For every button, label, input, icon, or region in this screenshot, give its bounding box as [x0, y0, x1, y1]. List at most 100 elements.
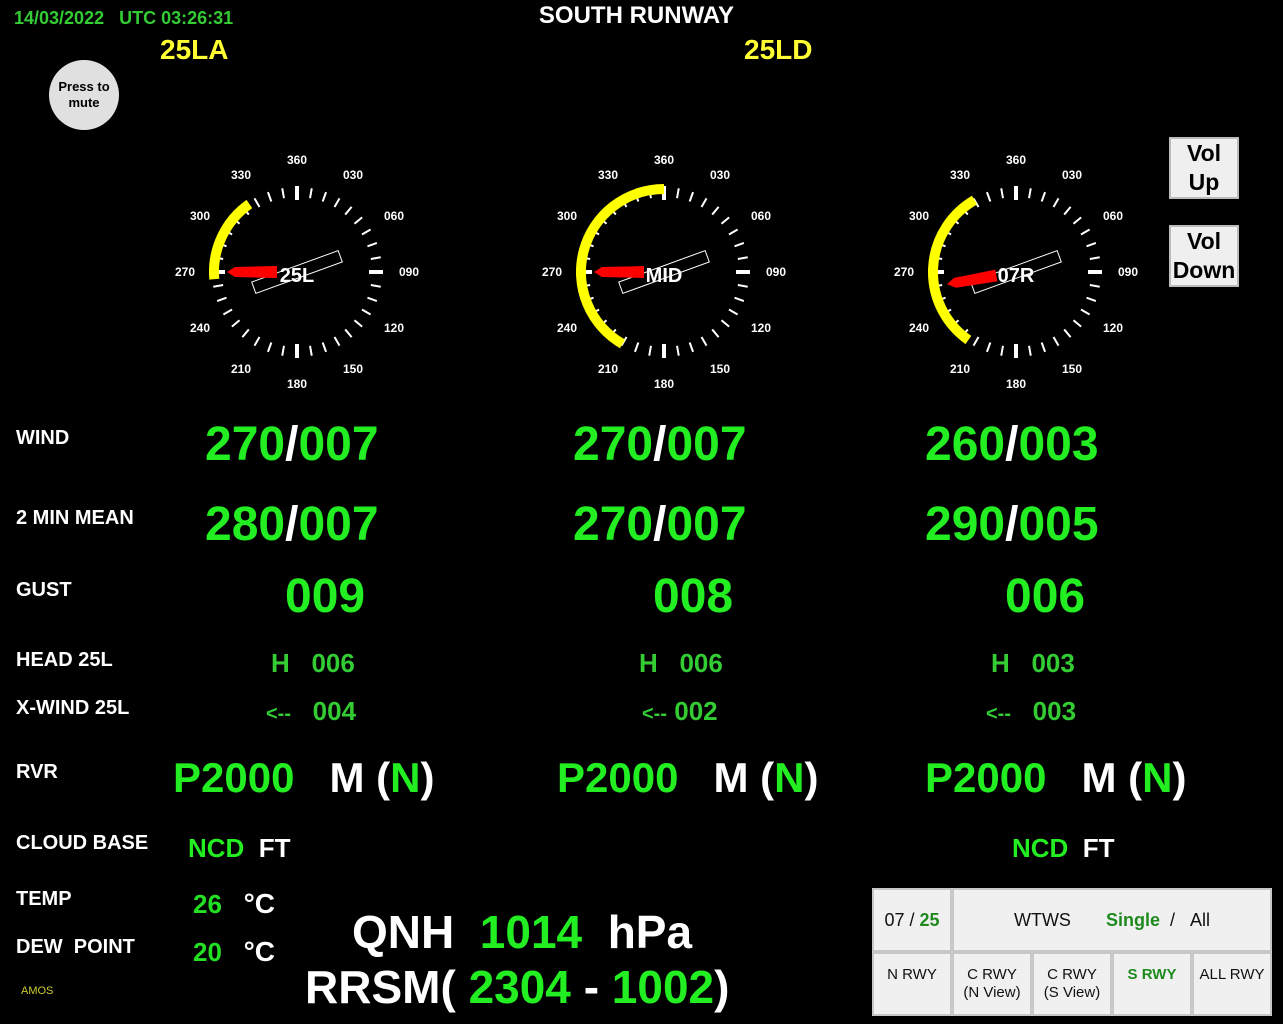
crosswind-25l: <-- 004: [266, 696, 357, 726]
dial-tick: [309, 345, 313, 356]
dial-scale-label: 180: [654, 377, 674, 391]
dial-tick: [367, 241, 378, 248]
dial-tick: [266, 342, 273, 353]
mean-wind-label: 2 MIN MEAN: [16, 507, 134, 529]
cloud-base-label: CLOUD BASE: [16, 832, 149, 854]
temp-label: TEMP: [16, 888, 72, 910]
dial-scale-label: 150: [1062, 362, 1082, 376]
gust-value-mid: 008: [653, 570, 734, 623]
dial-tick: [1086, 296, 1097, 303]
dial-tick: [333, 336, 341, 347]
wind-label: WIND: [16, 427, 70, 449]
dial-tick: [711, 328, 720, 338]
crosswind-07r: <-- 003: [986, 696, 1077, 726]
amos-tag: AMOS: [21, 985, 54, 997]
dial-scale-label: 330: [598, 168, 618, 182]
dial-tick: [700, 336, 708, 347]
crosswind-label: X-WIND 25L: [16, 697, 130, 719]
n-rwy-button[interactable]: N RWY: [872, 952, 952, 1016]
dial-scale-label: 090: [399, 265, 419, 279]
dial-scale-label: 300: [190, 209, 210, 223]
dial-tick: [1080, 308, 1091, 316]
s-rwy-button[interactable]: S RWY: [1112, 952, 1192, 1016]
wtws-mode-toggle[interactable]: WTWS Single / All: [952, 888, 1272, 952]
dial-tick: [1086, 241, 1097, 248]
dew-point-label: DEW POINT: [16, 936, 135, 958]
dial-scale-label: 210: [598, 362, 618, 376]
headwind-mid: H 006: [639, 648, 723, 678]
dial-tick: [720, 319, 730, 328]
dial-scale-label: 090: [766, 265, 786, 279]
rvr-25l: P2000 M (N): [173, 754, 435, 801]
dial-tick: [216, 296, 227, 303]
rvr-label: RVR: [16, 761, 58, 783]
dial-tick: [1080, 228, 1091, 236]
wind-direction-arrow: [594, 266, 644, 278]
wind-direction-arrow: [227, 266, 277, 278]
dial-tick: [972, 336, 980, 347]
wind-direction-arrow: [947, 269, 998, 288]
dial-scale-label: 300: [909, 209, 929, 223]
dial-scale-label: 240: [557, 321, 577, 335]
dial-tick: [1063, 206, 1072, 216]
dial-tick: [281, 345, 285, 356]
dial-scale-label: 090: [1118, 265, 1138, 279]
arrival-runway-label: 25LA: [160, 34, 229, 65]
dew-point-value: 20 °C: [193, 936, 276, 967]
dial-tick: [344, 328, 353, 338]
dial-tick: [734, 296, 745, 303]
c-rwy-s-view-button[interactable]: C RWY (S View): [1032, 952, 1112, 1016]
dial-tick: [1072, 216, 1082, 225]
dial-scale-label: 240: [190, 321, 210, 335]
dial-tick: [344, 206, 353, 216]
dial-tick: [321, 191, 328, 202]
wind-dial-07r: 360 030 060 090 120 150 180 210 240 270 300 330 07R: [894, 153, 1138, 391]
dial-scale-label: 360: [1006, 153, 1026, 167]
dial-sensor-label: MID: [646, 265, 683, 287]
dial-scale-label: 120: [384, 321, 404, 335]
departure-runway-label: 25LD: [744, 34, 813, 65]
dial-scale-label: 330: [231, 168, 251, 182]
dial-tick: [309, 188, 313, 199]
runway-direction-toggle[interactable]: 07 / 25: [872, 888, 952, 952]
dial-tick: [1063, 328, 1072, 338]
mean-wind-value-25l: 280/007: [205, 498, 379, 551]
wind-value-07r: 260/003: [925, 418, 1099, 471]
dial-tick: [361, 228, 372, 236]
dial-tick: [728, 228, 739, 236]
mean-wind-value-mid: 270/007: [573, 498, 747, 551]
dial-tick: [1040, 191, 1047, 202]
dial-tick: [633, 342, 640, 353]
all-rwy-button[interactable]: ALL RWY: [1192, 952, 1272, 1016]
dial-tick: [321, 342, 328, 353]
dial-scale-label: 270: [894, 265, 914, 279]
dial-tick: [676, 188, 680, 199]
volume-up-button[interactable]: Vol Up: [1169, 137, 1239, 199]
dial-scale-label: 180: [1006, 377, 1026, 391]
dial-tick: [1000, 188, 1004, 199]
mean-wind-value-07r: 290/005: [925, 498, 1099, 551]
dial-tick: [231, 319, 241, 328]
dial-tick: [1000, 345, 1004, 356]
dial-tick: [266, 191, 273, 202]
dial-scale-label: 270: [542, 265, 562, 279]
dial-tick: [213, 284, 224, 288]
dial-scale-label: 270: [175, 265, 195, 279]
dial-tick: [737, 256, 748, 260]
volume-down-button[interactable]: Vol Down: [1169, 225, 1239, 287]
headwind-07r: H 003: [991, 648, 1075, 678]
dial-tick: [367, 296, 378, 303]
cloud-base-07r: NCD FT: [1012, 833, 1115, 863]
dial-tick: [734, 241, 745, 248]
dial-scale-label: 360: [287, 153, 307, 167]
dial-scale-label: 060: [1103, 209, 1123, 223]
dial-tick: [241, 328, 250, 338]
dial-tick: [700, 197, 708, 208]
dial-scale-label: 150: [343, 362, 363, 376]
c-rwy-n-view-button[interactable]: C RWY (N View): [952, 952, 1032, 1016]
dial-tick: [688, 342, 695, 353]
dial-scale-label: 150: [710, 362, 730, 376]
mute-button[interactable]: Press to mute: [49, 60, 119, 130]
dial-tick: [720, 216, 730, 225]
dial-scale-label: 210: [231, 362, 251, 376]
